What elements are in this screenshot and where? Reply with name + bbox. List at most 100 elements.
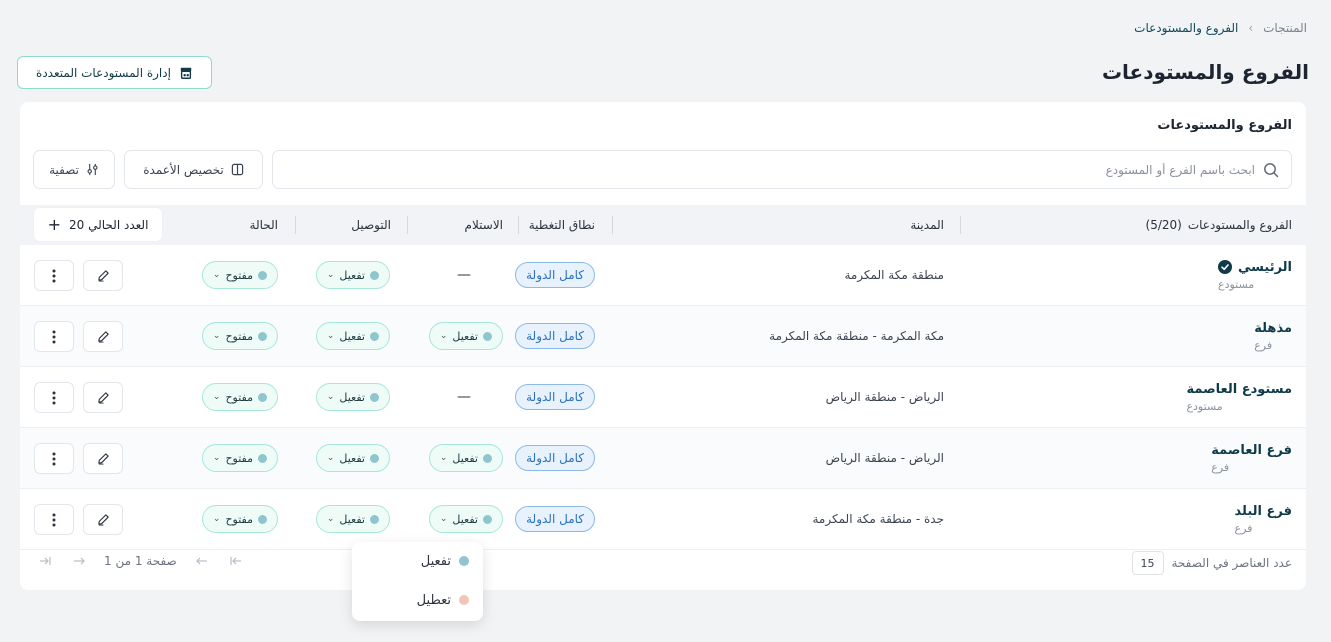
table-row[interactable]: فرع البلد فرع جدة - منطقة مكة المكرمة كامل … [20,489,1306,550]
status-label: مفتوح [225,268,253,282]
header-name[interactable]: الفروع والمستودعات (5/20) [1146,205,1292,245]
row-coverage-cell: كامل الدولة [515,245,595,305]
coverage-badge: كامل الدولة [515,262,595,288]
page-indicator: صفحة 1 من 1 [104,554,177,568]
row-pickup-cell: تفعيل ⌄ [428,428,503,488]
header-status[interactable]: الحالة [250,205,278,245]
status-dot [483,331,492,341]
edit-button[interactable] [83,382,123,413]
status-dot [258,514,267,524]
chevron-left-icon: › [1248,21,1254,35]
table-header: الفروع والمستودعات (5/20) المدينة نطاق ا… [20,205,1306,245]
plus-icon: + [47,214,62,234]
delivery-label: تفعيل [339,268,365,282]
row-name[interactable]: فرع البلد [1235,504,1292,519]
edit-button[interactable] [83,260,123,291]
status-dot [258,453,267,463]
pickup-empty: — [457,267,471,283]
table-row[interactable]: مذهلة فرع مكة المكرمة - منطقة مكة المكرمة ك… [20,306,1306,367]
more-actions-button[interactable] [34,443,74,474]
status-select[interactable]: مفتوح ⌄ [201,505,278,533]
manage-multi-warehouses-label: إدارة المستودعات المتعددة [36,65,171,80]
last-page-icon[interactable] [225,550,247,572]
more-actions-button[interactable] [34,260,74,291]
search-box[interactable] [272,150,1292,189]
more-actions-button[interactable] [34,504,74,535]
header-divider [407,216,408,234]
chevron-down-icon: ⌄ [212,331,221,341]
delivery-select[interactable]: تفعيل ⌄ [315,383,390,411]
status-dot [483,453,492,463]
row-status-cell: مفتوح ⌄ [201,489,278,549]
status-dot [370,270,379,280]
more-actions-button[interactable] [34,321,74,352]
search-input[interactable] [285,162,1255,177]
header-divider [612,216,613,234]
pickup-empty: — [457,389,471,405]
manage-multi-warehouses-button[interactable]: إدارة المستودعات المتعددة [17,56,212,89]
delivery-select[interactable]: تفعيل ⌄ [315,261,390,289]
per-page-select[interactable]: 15 [1131,551,1164,575]
header-divider [162,216,163,234]
chevron-down-icon: ⌄ [326,331,335,341]
table-row[interactable]: مستودع العاصمة مستودع الرياض - منطقة الريا… [20,367,1306,428]
dropdown-option-disable[interactable]: تعطيل [417,589,469,611]
header-pickup[interactable]: الاستلام [465,205,503,245]
edit-button[interactable] [83,443,123,474]
pickup-label: تفعيل [452,329,478,343]
coverage-badge: كامل الدولة [515,384,595,410]
delivery-select[interactable]: تفعيل ⌄ [315,322,390,350]
table-row[interactable]: الرئيسي مستودع منطقة مكة المكرمة كامل الدول… [20,245,1306,306]
dropdown-option-enable[interactable]: تفعيل [421,550,469,572]
row-status-cell: مفتوح ⌄ [201,428,278,488]
first-page-icon[interactable] [34,550,56,572]
pickup-select[interactable]: تفعيل ⌄ [428,505,503,533]
more-actions-button[interactable] [34,382,74,413]
edit-icon [97,453,109,465]
check-circle-icon [1218,260,1232,274]
chevron-down-icon: ⌄ [212,270,221,280]
row-name-line: فرع البلد [1235,504,1292,519]
chevron-down-icon: ⌄ [439,453,448,463]
current-count-label: العدد الحالي 20 [69,217,149,232]
status-dot [370,453,379,463]
chevron-down-icon: ⌄ [326,453,335,463]
next-page-icon[interactable] [191,550,213,572]
header-divider [518,216,519,234]
filter-button[interactable]: تصفية [33,150,115,189]
delivery-label: تفعيل [339,512,365,526]
pickup-select[interactable]: تفعيل ⌄ [428,444,503,472]
status-select[interactable]: مفتوح ⌄ [201,383,278,411]
customize-columns-button[interactable]: تخصيص الأعمدة [124,150,263,189]
chevron-down-icon: ⌄ [439,514,448,524]
edit-button[interactable] [83,504,123,535]
row-type: مستودع [1186,399,1223,413]
header-delivery[interactable]: التوصيل [351,205,391,245]
status-label: مفتوح [225,329,253,343]
table-row[interactable]: فرع العاصمة فرع الرياض - منطقة الرياض كامل … [20,428,1306,489]
columns-icon [231,163,243,176]
header-city[interactable]: المدينة [910,205,944,245]
status-dot [370,331,379,341]
row-pickup-cell: تفعيل ⌄ [428,306,503,366]
status-label: مفتوح [225,390,253,404]
pickup-select[interactable]: تفعيل ⌄ [428,322,503,350]
edit-button[interactable] [83,321,123,352]
status-select[interactable]: مفتوح ⌄ [201,444,278,472]
row-name[interactable]: فرع العاصمة [1211,443,1292,458]
delivery-select[interactable]: تفعيل ⌄ [315,444,390,472]
header-coverage[interactable]: نطاق التغطية [529,205,595,245]
more-vertical-icon [52,513,56,526]
row-name-cell: مذهلة فرع [1254,306,1292,366]
status-select[interactable]: مفتوح ⌄ [201,261,278,289]
row-name[interactable]: مستودع العاصمة [1186,382,1292,397]
breadcrumb-products[interactable]: المنتجات [1263,21,1307,35]
add-column-button[interactable]: العدد الحالي 20 + [34,208,162,241]
prev-page-icon[interactable] [68,550,90,572]
row-name[interactable]: الرئيسي [1238,260,1292,275]
row-name[interactable]: مذهلة [1254,321,1292,336]
delivery-select[interactable]: تفعيل ⌄ [315,505,390,533]
chevron-down-icon: ⌄ [439,331,448,341]
chevron-down-icon: ⌄ [326,392,335,402]
status-select[interactable]: مفتوح ⌄ [201,322,278,350]
